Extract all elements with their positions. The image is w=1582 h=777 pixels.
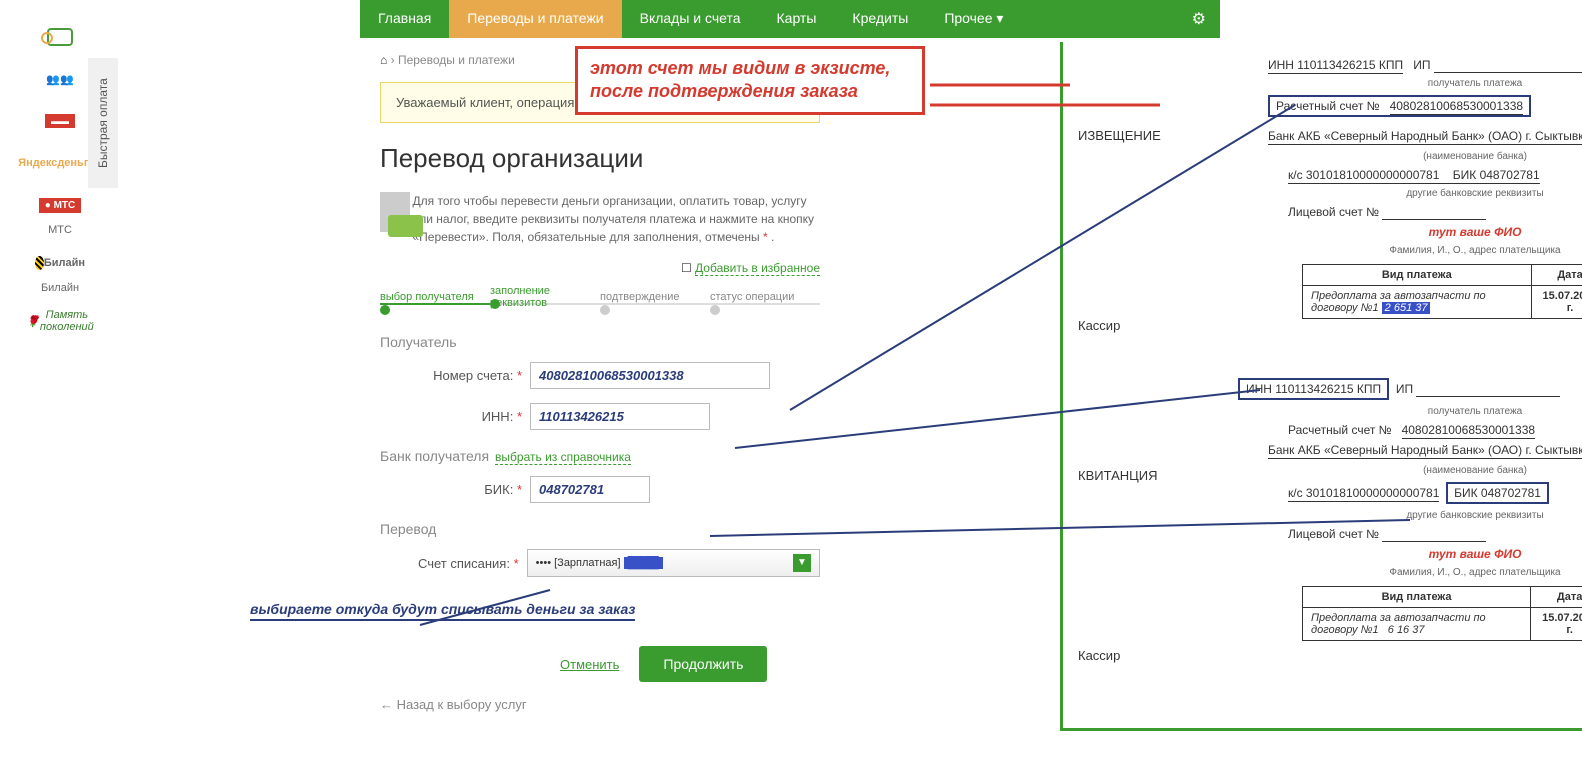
receipt-notice-label: ИЗВЕЩЕНИЕ (1078, 128, 1161, 143)
step-4: статус операции (710, 291, 820, 303)
intro-block: Для того чтобы перевести деньги организа… (380, 192, 820, 246)
sidebar-item-beeline[interactable]: БилайнБилайн (5, 248, 115, 294)
annotation-red-box: этот счет мы видим в экзисте, после подт… (575, 46, 925, 115)
bank-directory-link[interactable]: выбрать из справочника (495, 450, 631, 465)
step-1: выбор получателя (380, 291, 490, 303)
annotation-debit-note: выбираете откуда будут списывать деньги … (250, 601, 635, 621)
yandex-icon: Яндексденьги ● (35, 148, 85, 178)
nav-cards[interactable]: Карты (759, 0, 835, 38)
breadcrumb-current: Переводы и платежи (398, 53, 515, 67)
sidebar: Быстрая оплата 👥👥 ▬▬ Яндексденьги ● ● МТ… (0, 0, 120, 712)
step-3: подтверждение (600, 291, 710, 303)
page-title: Перевод организации (380, 143, 820, 174)
people-icon: 👥👥 (35, 64, 85, 94)
account-input[interactable] (530, 362, 770, 389)
debit-label: Счет списания: * (380, 556, 527, 571)
inn-input[interactable] (530, 403, 710, 430)
receipt-cashier-label-2: Кассир (1078, 648, 1120, 663)
proceed-button[interactable]: Продолжить (639, 646, 767, 682)
card-icon (380, 192, 398, 237)
sidebar-item-memory[interactable]: 🌹Память поколений (5, 306, 115, 336)
red-badge-icon: ▬▬ (45, 114, 75, 128)
receipt-table-1: Вид платежаДатаСумма Предоплата за автоз… (1302, 264, 1582, 319)
beeline-icon: Билайн (35, 248, 85, 278)
back-link[interactable]: ← Назад к выбору услуг (380, 697, 820, 712)
nav-credits[interactable]: Кредиты (834, 0, 926, 38)
section-bank: Банк получателявыбрать из справочника (380, 448, 820, 464)
cancel-button[interactable]: Отменить (560, 657, 619, 672)
receipt-panel: ИЗВЕЩЕНИЕ Кассир ИНН 110113426215 КПП ИП… (1060, 42, 1582, 731)
top-nav: Главная Переводы и платежи Вклады и счет… (360, 0, 1220, 38)
inn-label: ИНН: * (380, 409, 530, 424)
debit-account-select[interactable]: •••• [Зарплатная] ████ ▼ (527, 549, 820, 577)
mts-icon: ● МТС (39, 198, 81, 213)
phone-icon (47, 28, 73, 46)
receipt-kvit-label: КВИТАНЦИЯ (1078, 468, 1158, 483)
receipt-table-2: Вид платежаДатаСумма Предоплата за автоз… (1302, 586, 1582, 641)
receipt-cashier-label: Кассир (1078, 318, 1120, 333)
section-transfer: Перевод (380, 521, 820, 537)
progress-steps: выбор получателя заполнение реквизитов п… (380, 285, 820, 309)
account-label: Номер счета: * (380, 368, 530, 383)
nav-deposits[interactable]: Вклады и счета (622, 0, 759, 38)
chevron-down-icon: ▼ (793, 554, 811, 572)
bik-input[interactable] (530, 476, 650, 503)
sidebar-item-mts[interactable]: ● МТСМТС (5, 190, 115, 236)
bik-label: БИК: * (380, 482, 530, 497)
memory-icon: 🌹Память поколений (35, 306, 85, 336)
nav-main[interactable]: Главная (360, 0, 449, 38)
step-2: заполнение реквизитов (490, 285, 600, 309)
nav-other[interactable]: Прочее ▾ (926, 0, 1021, 38)
section-recipient: Получатель (380, 334, 820, 350)
sidebar-item-phone[interactable] (5, 22, 115, 52)
quick-pay-tab[interactable]: Быстрая оплата (88, 58, 118, 188)
add-favorite[interactable]: ☐ Добавить в избранное (380, 261, 820, 275)
gear-icon[interactable]: ⚙ (1178, 0, 1220, 38)
nav-transfers[interactable]: Переводы и платежи (449, 0, 621, 38)
breadcrumb-home[interactable]: ⌂ (380, 53, 387, 67)
